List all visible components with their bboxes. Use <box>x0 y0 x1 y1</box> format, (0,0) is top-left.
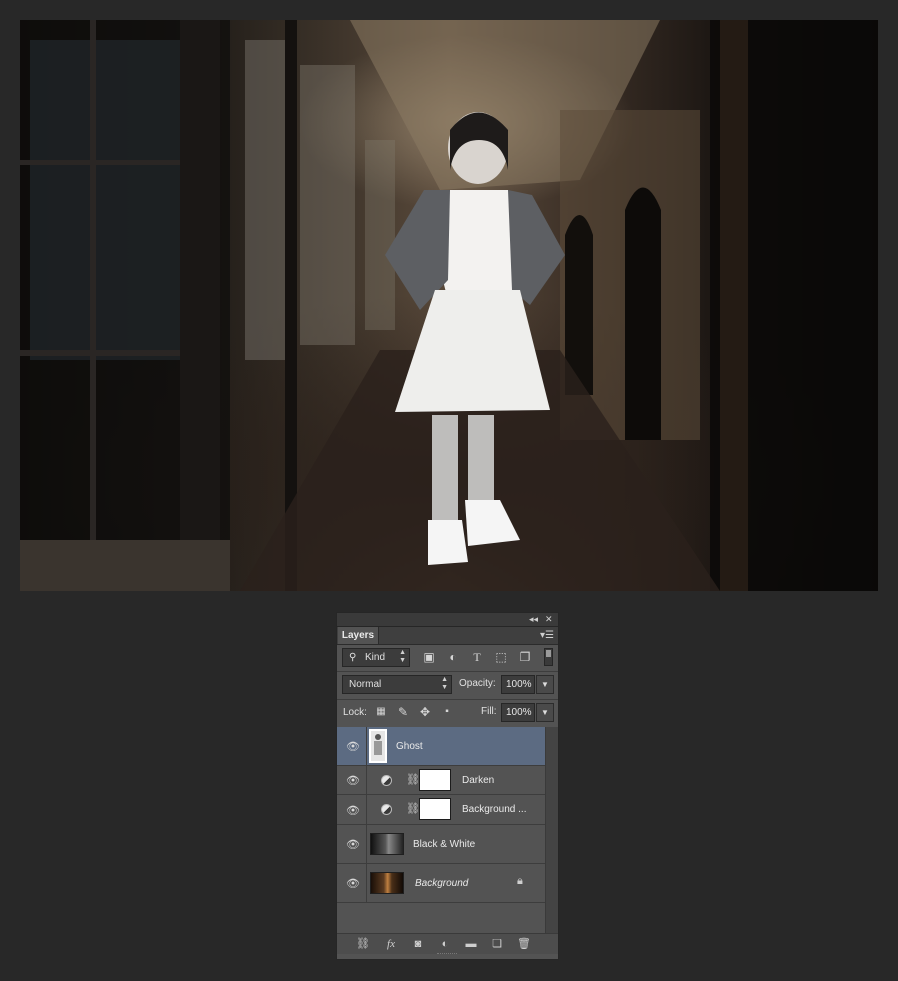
shape-filter-icon[interactable]: ⬚ <box>493 649 509 665</box>
panel-menu-icon[interactable]: ▾☰ <box>540 630 554 641</box>
document-canvas[interactable] <box>20 20 878 591</box>
blend-mode-select[interactable]: Normal ▲ ▼ <box>342 675 452 694</box>
type-filter-icon[interactable]: T <box>469 649 485 665</box>
opacity-field[interactable]: 100% <box>501 675 535 694</box>
divider <box>337 671 558 672</box>
visibility-toggle[interactable]: 👁 <box>337 864 367 902</box>
new-adjustment-layer-icon[interactable]: ◐ <box>436 936 454 952</box>
visibility-toggle[interactable]: 👁 <box>337 766 367 794</box>
layer-name[interactable]: Black & White <box>413 839 475 850</box>
new-layer-icon[interactable]: ❏ <box>488 936 506 952</box>
layers-scrollbar[interactable] <box>545 727 558 933</box>
lock-icon: 🔒︎ <box>517 875 523 887</box>
divider <box>337 699 558 700</box>
filter-toggle-switch[interactable] <box>544 648 553 666</box>
close-icon[interactable]: ✕ <box>545 613 553 626</box>
link-layers-icon[interactable]: ⛓ <box>354 936 372 952</box>
lock-image-pixels-icon[interactable]: ✎ <box>395 704 411 720</box>
layers-bottom-toolbar: ⛓ fx ◙ ◐ ▬ ❏ 🗑︎ <box>337 933 558 954</box>
layer-thumbnail <box>370 872 404 894</box>
opacity-label: Opacity: <box>459 678 496 689</box>
link-icon[interactable]: ⛓ <box>406 802 420 815</box>
blend-mode-label: Normal <box>349 679 382 690</box>
layer-style-fx-icon[interactable]: fx <box>382 936 400 952</box>
layer-row-background[interactable]: 👁 Background 🔒︎ <box>337 864 545 903</box>
layer-name[interactable]: Ghost <box>396 741 423 752</box>
hallway-photo <box>20 20 878 591</box>
eye-icon: 👁 <box>346 878 360 890</box>
eye-icon: 👁 <box>346 839 360 851</box>
eye-icon: 👁 <box>346 804 360 817</box>
layer-name[interactable]: Background ... <box>462 804 526 815</box>
link-icon[interactable]: ⛓ <box>406 773 420 786</box>
fill-dropdown-button[interactable]: ▼ <box>536 703 554 722</box>
adjustment-filter-icon[interactable]: ◐ <box>445 649 461 665</box>
visibility-toggle[interactable]: 👁 <box>337 825 367 863</box>
layers-panel: ◂◂ ✕ Layers ▾☰ ⚲ Kind ▲ ▼ ▣ ◐ T ⬚ ❐ Norma… <box>336 612 559 960</box>
lock-position-icon[interactable]: ✥ <box>417 704 433 720</box>
layer-mask-thumbnail[interactable] <box>419 769 451 791</box>
layer-row-ghost[interactable]: 👁 Ghost <box>337 727 545 766</box>
layer-name[interactable]: Background <box>415 878 468 889</box>
layer-row-black-white[interactable]: 👁 Black & White <box>337 825 545 864</box>
pixel-filter-icon[interactable]: ▣ <box>421 649 437 665</box>
visibility-toggle[interactable]: 👁 <box>337 727 367 765</box>
eye-icon: 👁 <box>346 775 360 787</box>
adjustment-layer-icon <box>381 804 392 815</box>
opacity-dropdown-button[interactable]: ▼ <box>536 675 554 694</box>
add-mask-icon[interactable]: ◙ <box>409 936 427 952</box>
chevron-updown-icon: ▲ ▼ <box>441 676 448 691</box>
tab-layers[interactable]: Layers <box>338 627 379 644</box>
layers-list: 👁 Ghost 👁 ⛓ Darken 👁 ⛓ Background ... 👁 <box>337 727 545 933</box>
fill-label: Fill: <box>481 706 497 717</box>
filter-kind-select[interactable]: ⚲ Kind ▲ ▼ <box>342 648 410 667</box>
smart-object-filter-icon[interactable]: ❐ <box>517 649 533 665</box>
fill-field[interactable]: 100% <box>501 703 535 722</box>
lock-label: Lock: <box>343 707 367 718</box>
layer-mask-thumbnail[interactable] <box>419 798 451 820</box>
layer-name[interactable]: Darken <box>462 775 494 786</box>
new-group-folder-icon[interactable]: ▬ <box>462 936 480 952</box>
lock-transparent-pixels-icon[interactable]: ▦ <box>373 704 389 720</box>
filter-kind-label: Kind <box>365 652 386 663</box>
double-chevron-left-icon[interactable]: ◂◂ <box>529 613 538 626</box>
layer-thumbnail <box>369 729 387 763</box>
panel-title-bar: ◂◂ ✕ <box>337 613 558 627</box>
visibility-toggle[interactable]: 👁 <box>337 795 367 824</box>
resize-grip[interactable] <box>437 953 457 958</box>
lock-all-icon[interactable]: ▪ <box>439 704 455 720</box>
panel-tabs: Layers ▾☰ <box>337 627 558 645</box>
delete-layer-trash-icon[interactable]: 🗑︎ <box>515 936 533 952</box>
layer-row-darken[interactable]: 👁 ⛓ Darken <box>337 766 545 795</box>
adjustment-layer-icon <box>381 775 392 786</box>
layer-row-background-adjustment[interactable]: 👁 ⛓ Background ... <box>337 795 545 825</box>
chevron-updown-icon: ▲ ▼ <box>399 649 406 664</box>
eye-icon: 👁 <box>346 741 360 753</box>
layer-thumbnail <box>370 833 404 855</box>
search-icon: ⚲ <box>349 652 357 663</box>
